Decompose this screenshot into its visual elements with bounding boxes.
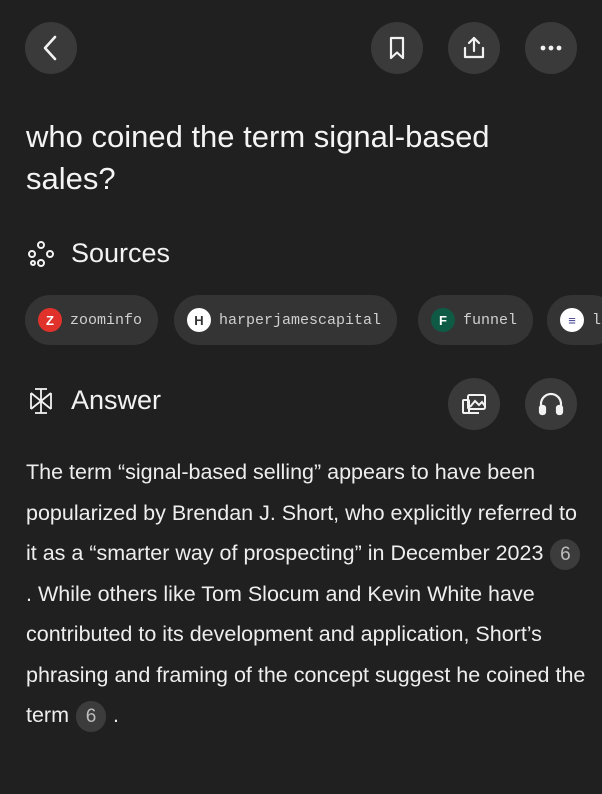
answer-segment: . While others like Tom Slocum and Kevin… [26, 581, 586, 728]
harperjamescapital-logo-icon: H [187, 308, 211, 332]
share-icon [461, 35, 487, 61]
source-label: l [592, 311, 602, 329]
answer-icon [26, 386, 56, 416]
share-button[interactable] [448, 22, 500, 74]
source-chip-partial[interactable]: ≡ l [547, 295, 602, 345]
answer-header: Answer [26, 385, 161, 416]
source-chip-funnel[interactable]: F funnel [418, 295, 534, 345]
source-chip-zoominfo[interactable]: Z zoominfo [25, 295, 159, 345]
headphones-icon [537, 391, 565, 417]
bookmark-button[interactable] [371, 22, 423, 74]
answer-segment: The term “signal-based selling” appears … [26, 460, 577, 565]
sources-title: Sources [71, 238, 171, 268]
sources-list: Z zoominfo H harperjamescapital F funnel… [25, 295, 602, 347]
top-bar [0, 0, 602, 100]
citation-badge[interactable]: 6 [75, 701, 106, 732]
source-logo-icon: ≡ [560, 308, 584, 332]
image-gallery-button[interactable] [448, 378, 500, 430]
bookmark-icon [387, 36, 407, 60]
source-label: harperjamescapital [219, 311, 382, 329]
source-label: funnel [463, 311, 518, 329]
sources-header: Sources [26, 238, 170, 269]
zoominfo-logo-icon: Z [38, 308, 62, 332]
answer-title: Answer [71, 385, 162, 415]
source-chip-harperjamescapital[interactable]: H harperjamescapital [174, 295, 398, 345]
answer-text: The term “signal-based selling” appears … [26, 452, 586, 736]
more-options-button[interactable] [525, 22, 577, 74]
more-horizontal-icon [539, 44, 563, 52]
question-title: who coined the term signal-based sales? [26, 119, 490, 196]
citation-badge[interactable]: 6 [550, 539, 581, 570]
source-label: zoominfo [70, 311, 143, 329]
chevron-left-icon [40, 35, 62, 61]
sources-icon [26, 239, 56, 269]
funnel-logo-icon: F [431, 308, 455, 332]
listen-button[interactable] [525, 378, 577, 430]
answer-segment: . [112, 703, 119, 727]
back-button[interactable] [25, 22, 77, 74]
image-gallery-icon [460, 392, 488, 416]
